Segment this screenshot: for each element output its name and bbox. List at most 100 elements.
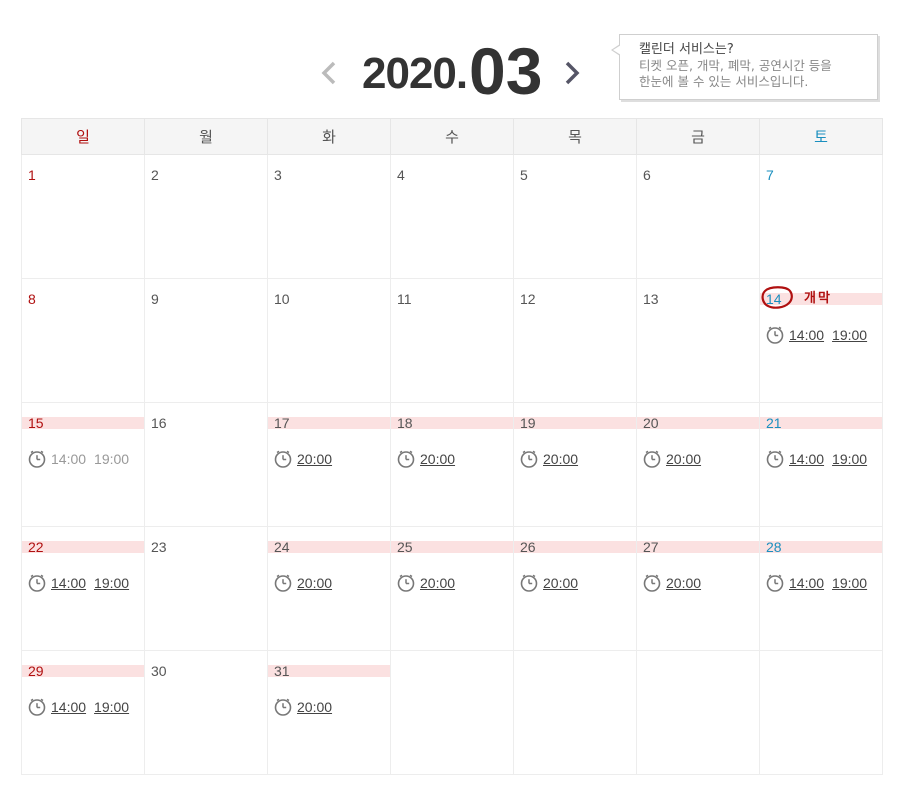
- day-header: 4: [391, 167, 513, 183]
- year-label: 2020.: [362, 49, 468, 98]
- showtime-link[interactable]: 20:00: [297, 575, 332, 591]
- day-number: 10: [274, 291, 290, 307]
- showtimes: 14:00 19:00: [28, 698, 144, 716]
- opening-label: 개막: [804, 291, 832, 306]
- calendar-day-cell: 2: [144, 154, 268, 279]
- weekday-mon: 월: [144, 118, 268, 155]
- calendar-day-cell[interactable]: 17 20:00: [267, 402, 391, 527]
- weekday-thu: 목: [513, 118, 637, 155]
- day-number: 23: [151, 539, 167, 555]
- day-number: 5: [520, 167, 528, 183]
- calendar-day-cell: 10: [267, 278, 391, 403]
- day-number: 14: [766, 291, 782, 307]
- clock-icon: [28, 698, 46, 716]
- calendar-day-cell[interactable]: 27 20:00: [636, 526, 760, 651]
- showtimes: 20:00: [643, 574, 759, 592]
- showtime-link[interactable]: 20:00: [666, 575, 701, 591]
- showtime-link[interactable]: 14:00: [789, 451, 824, 467]
- calendar-day-cell[interactable]: 15 14:00 19:00: [21, 402, 145, 527]
- day-number: 3: [274, 167, 282, 183]
- calendar-day-cell[interactable]: 31 20:00: [267, 650, 391, 775]
- showtimes: 20:00: [397, 450, 513, 468]
- calendar-day-cell[interactable]: 28 14:00 19:00: [759, 526, 883, 651]
- showtime-link[interactable]: 14:00: [51, 575, 86, 591]
- day-number: 16: [151, 415, 167, 431]
- calendar-empty-cell: [759, 650, 883, 775]
- showtime-link[interactable]: 20:00: [543, 575, 578, 591]
- showtime-link[interactable]: 14:00: [789, 327, 824, 343]
- day-number: 1: [28, 167, 36, 183]
- calendar-day-cell[interactable]: 19 20:00: [513, 402, 637, 527]
- showtime-link[interactable]: 20:00: [297, 699, 332, 715]
- performance-day-highlight: 24: [268, 539, 390, 555]
- day-number: 25: [397, 539, 413, 555]
- clock-icon: [397, 450, 415, 468]
- performance-day-highlight: 29: [22, 663, 144, 679]
- clock-icon: [766, 574, 784, 592]
- showtime-link[interactable]: 14:00: [51, 699, 86, 715]
- day-number: 28: [766, 539, 782, 555]
- calendar-week-row: 8 9 10 11 12 13 14 개막 14:00 19:00: [21, 278, 883, 403]
- calendar-empty-cell: [513, 650, 637, 775]
- day-number: 22: [28, 539, 44, 555]
- day-number: 29: [28, 663, 44, 679]
- prev-month-button[interactable]: [318, 58, 340, 88]
- clock-icon: [274, 450, 292, 468]
- showtime-link[interactable]: 19:00: [832, 575, 867, 591]
- weekday-fri: 금: [636, 118, 760, 155]
- showtime-link[interactable]: 19:00: [832, 327, 867, 343]
- calendar-week-row: 15 14:00 19:00 16 17 20:00 18 20:00 19 20:00 20 20:…: [21, 402, 883, 527]
- showtime-link[interactable]: 19:00: [94, 575, 129, 591]
- calendar-day-cell[interactable]: 21 14:00 19:00: [759, 402, 883, 527]
- showtime-link: 19:00: [94, 451, 130, 467]
- showtime-link[interactable]: 20:00: [543, 451, 578, 467]
- performance-day-highlight: 18: [391, 415, 513, 431]
- showtimes: 14:00 19:00: [28, 574, 144, 592]
- day-header: 7: [760, 167, 882, 183]
- day-number: 31: [274, 663, 290, 679]
- day-header: 10: [268, 291, 390, 307]
- calendar-day-cell: 30: [144, 650, 268, 775]
- day-header: 9: [145, 291, 267, 307]
- showtime-link[interactable]: 20:00: [297, 451, 332, 467]
- day-number: 17: [274, 415, 290, 431]
- tooltip-line-1: 티켓 오픈, 개막, 폐막, 공연시간 등을: [639, 58, 832, 73]
- day-header: 1: [22, 167, 144, 183]
- next-month-button[interactable]: [561, 58, 583, 88]
- calendar-day-cell: 4: [390, 154, 514, 279]
- clock-icon: [766, 450, 784, 468]
- showtime-link[interactable]: 19:00: [832, 451, 867, 467]
- tooltip-title: 캘린더 서비스는?: [639, 42, 734, 57]
- day-header: 30: [145, 663, 267, 679]
- calendar-day-cell[interactable]: 29 14:00 19:00: [21, 650, 145, 775]
- calendar-empty-cell: [390, 650, 514, 775]
- calendar-day-cell[interactable]: 25 20:00: [390, 526, 514, 651]
- calendar-week-row: 1 2 3 4 5 6 7: [21, 154, 883, 279]
- clock-icon: [520, 574, 538, 592]
- calendar-day-cell[interactable]: 22 14:00 19:00: [21, 526, 145, 651]
- performance-day-highlight: 28: [760, 539, 882, 555]
- clock-icon: [397, 574, 415, 592]
- calendar-day-cell[interactable]: 20 20:00: [636, 402, 760, 527]
- calendar-day-cell[interactable]: 24 20:00: [267, 526, 391, 651]
- showtime-link[interactable]: 20:00: [420, 575, 455, 591]
- weekday-header-row: 일 월 화 수 목 금 토: [21, 118, 883, 155]
- calendar-info-tooltip: 캘린더 서비스는? 티켓 오픈, 개막, 폐막, 공연시간 등을 한눈에 볼 수…: [611, 34, 878, 100]
- calendar-day-cell[interactable]: 14 개막 14:00 19:00: [759, 278, 883, 403]
- showtime-link[interactable]: 19:00: [94, 699, 129, 715]
- clock-icon: [274, 698, 292, 716]
- calendar-day-cell[interactable]: 18 20:00: [390, 402, 514, 527]
- showtime-link[interactable]: 14:00: [789, 575, 824, 591]
- calendar-day-cell[interactable]: 26 20:00: [513, 526, 637, 651]
- showtime-link[interactable]: 20:00: [666, 451, 701, 467]
- calendar-day-cell: 13: [636, 278, 760, 403]
- calendar-week-row: 22 14:00 19:00 23 24 20:00 25 20:00 26 20:00 27 20:…: [21, 526, 883, 651]
- chevron-right-icon: [565, 61, 580, 85]
- day-number: 24: [274, 539, 290, 555]
- performance-day-highlight: 21: [760, 415, 882, 431]
- calendar-day-cell: 5: [513, 154, 637, 279]
- month-label: 03: [469, 34, 543, 108]
- day-number: 9: [151, 291, 159, 307]
- day-number: 30: [151, 663, 167, 679]
- showtime-link[interactable]: 20:00: [420, 451, 455, 467]
